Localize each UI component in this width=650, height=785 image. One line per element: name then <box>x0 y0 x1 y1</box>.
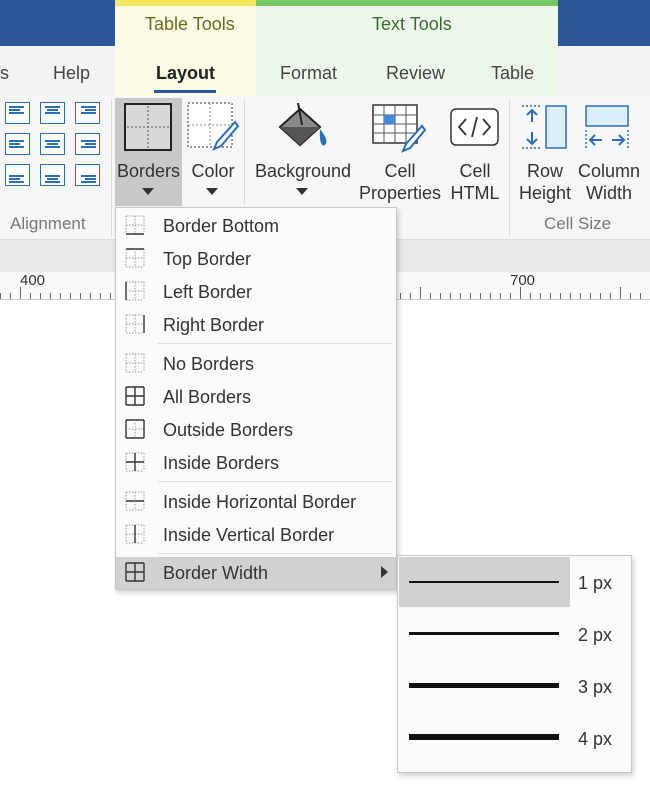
cell-properties-label-2[interactable]: Properties <box>356 183 444 204</box>
menu-item-label: Inside Horizontal Border <box>163 492 357 512</box>
alignment-grid <box>5 102 105 192</box>
border-width-option-1px[interactable] <box>399 557 570 607</box>
ruler-mark-700: 700 <box>510 272 536 289</box>
border-color-icon[interactable] <box>187 102 239 154</box>
cell-properties-icon[interactable] <box>372 104 426 154</box>
ribbon-separator <box>244 100 245 204</box>
align-top-center-icon[interactable] <box>40 102 65 124</box>
menu-item-left-border[interactable]: Left Border <box>116 276 396 308</box>
ruler-mark-400: 400 <box>20 272 46 289</box>
menu-item-border-width[interactable]: Border Width <box>116 557 396 589</box>
active-tab-indicator <box>154 90 216 93</box>
background-dropdown-caret[interactable] <box>296 188 308 195</box>
line-4px-preview <box>409 734 559 740</box>
menu-item-label: Border Bottom <box>163 216 280 236</box>
menu-separator <box>158 343 392 344</box>
menu-item-inside-horizontal-border[interactable]: Inside Horizontal Border <box>116 486 396 518</box>
border-right-icon <box>125 314 145 334</box>
border-width-label-4px[interactable]: 4 px <box>578 729 612 750</box>
line-2px-preview <box>409 632 559 635</box>
menu-item-label: Right Border <box>163 315 265 335</box>
menu-item-label: No Borders <box>163 354 255 374</box>
row-height-icon[interactable] <box>520 104 570 154</box>
border-width-option-3px[interactable] <box>399 661 570 711</box>
cell-html-icon[interactable] <box>450 108 500 148</box>
borders-dropdown-menu: Border Bottom Top Border Left Border Rig… <box>115 207 397 590</box>
border-width-option-2px[interactable] <box>399 609 570 659</box>
menu-item-no-borders[interactable]: No Borders <box>116 348 396 380</box>
tab-review[interactable]: Review <box>386 63 445 84</box>
row-height-label-1[interactable]: Row <box>515 161 575 182</box>
tab-partial[interactable]: s <box>0 63 9 84</box>
row-height-label-2[interactable]: Height <box>515 183 575 204</box>
ribbon-separator <box>111 100 112 236</box>
border-bottom-icon <box>125 215 145 235</box>
column-width-label-1[interactable]: Column <box>574 161 644 182</box>
border-width-option-4px[interactable] <box>399 713 570 763</box>
menu-item-outside-borders[interactable]: Outside Borders <box>116 414 396 446</box>
align-middle-center-icon[interactable] <box>40 133 65 155</box>
border-width-label-3px[interactable]: 3 px <box>578 677 612 698</box>
align-middle-right-icon[interactable] <box>75 133 100 155</box>
cell-size-group-label: Cell Size <box>544 214 612 233</box>
border-inside-horizontal-icon <box>125 491 145 511</box>
align-bottom-left-icon[interactable] <box>5 164 30 186</box>
menu-item-inside-vertical-border[interactable]: Inside Vertical Border <box>116 519 396 551</box>
column-width-label-2[interactable]: Width <box>574 183 644 204</box>
tab-format[interactable]: Format <box>280 63 337 84</box>
alignment-group-label: Alignment <box>10 214 86 233</box>
menu-item-label: All Borders <box>163 387 252 407</box>
borders-icon <box>124 103 172 151</box>
borders-label: Borders <box>116 161 181 181</box>
border-inside-vertical-icon <box>125 524 145 544</box>
border-width-label-2px[interactable]: 2 px <box>578 625 612 646</box>
border-left-icon <box>125 281 145 301</box>
align-top-right-icon[interactable] <box>75 102 100 124</box>
tab-help[interactable]: Help <box>53 63 90 84</box>
menu-item-label: Border Width <box>163 563 269 583</box>
table-tools-label: Table Tools <box>145 14 235 34</box>
border-none-icon <box>125 353 145 373</box>
line-3px-preview <box>409 683 559 688</box>
menu-item-right-border[interactable]: Right Border <box>116 309 396 341</box>
border-width-icon <box>125 562 145 582</box>
border-all-icon <box>125 386 145 406</box>
menu-item-top-border[interactable]: Top Border <box>116 243 396 275</box>
align-top-left-icon[interactable] <box>5 102 30 124</box>
line-1px-preview <box>409 581 559 583</box>
align-middle-left-icon[interactable] <box>5 133 30 155</box>
column-width-icon[interactable] <box>584 104 634 154</box>
cell-html-label-2[interactable]: HTML <box>448 183 502 204</box>
menu-item-all-borders[interactable]: All Borders <box>116 381 396 413</box>
color-label[interactable]: Color <box>186 161 240 182</box>
cell-properties-label-1[interactable]: Cell <box>356 161 444 182</box>
border-width-submenu: 1 px 2 px 3 px 4 px <box>397 555 632 773</box>
submenu-arrow-icon <box>381 566 388 578</box>
background-fill-icon[interactable] <box>276 103 332 153</box>
border-width-label-1px[interactable]: 1 px <box>578 573 612 594</box>
border-outside-icon <box>125 419 145 439</box>
menu-item-label: Top Border <box>163 249 252 269</box>
tab-layout[interactable]: Layout <box>156 63 215 84</box>
align-bottom-right-icon[interactable] <box>75 164 100 186</box>
menu-separator <box>158 481 392 482</box>
menu-item-label: Inside Borders <box>163 453 280 473</box>
tabs-bar-right <box>558 46 650 96</box>
align-bottom-center-icon[interactable] <box>40 164 65 186</box>
menu-item-label: Outside Borders <box>163 420 294 440</box>
menu-item-label: Left Border <box>163 282 253 302</box>
menu-item-inside-borders[interactable]: Inside Borders <box>116 447 396 479</box>
text-tools-label: Text Tools <box>372 14 452 34</box>
borders-dropdown-caret <box>142 188 154 195</box>
menu-separator <box>158 553 392 554</box>
cell-html-label-1[interactable]: Cell <box>448 161 502 182</box>
border-inside-icon <box>125 452 145 472</box>
menu-item-label: Inside Vertical Border <box>163 525 335 545</box>
background-label[interactable]: Background <box>250 161 356 182</box>
ribbon-separator <box>509 100 510 236</box>
border-top-icon <box>125 248 145 268</box>
menu-item-border-bottom[interactable]: Border Bottom <box>116 210 396 242</box>
color-dropdown-caret[interactable] <box>206 188 218 195</box>
tab-table[interactable]: Table <box>491 63 534 84</box>
